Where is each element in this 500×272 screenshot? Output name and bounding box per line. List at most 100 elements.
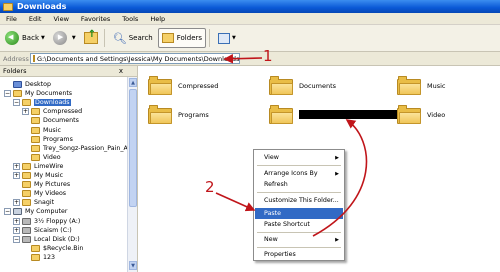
collapse-icon[interactable]: − (13, 99, 20, 107)
chevron-down-icon[interactable]: ▼ (72, 35, 76, 41)
folder-name: Documents (299, 81, 337, 90)
expand-icon[interactable]: + (13, 172, 20, 179)
folders-button[interactable]: Folders (157, 28, 207, 48)
my-documents-icon (13, 90, 22, 98)
expand-icon[interactable]: + (13, 162, 20, 170)
tree-item-video[interactable]: Video (22, 153, 61, 162)
address-label: Address (3, 54, 29, 63)
folder-icon (22, 199, 31, 207)
menu-view[interactable]: View (47, 15, 74, 23)
context-item-customize-folder[interactable]: Customize This Folder... (255, 195, 343, 206)
folder-item-documents[interactable]: Documents (269, 76, 336, 95)
expand-icon[interactable]: + (13, 199, 20, 207)
folders-pane-header: Folders x (0, 66, 137, 77)
chevron-down-icon[interactable]: ▼ (232, 35, 236, 41)
back-button[interactable]: Back ▼ (2, 28, 48, 48)
expand-icon[interactable]: + (13, 217, 20, 225)
tree-item-programs[interactable]: Programs (22, 135, 73, 144)
tree-item-my-computer[interactable]: − My Computer (4, 207, 67, 216)
forward-button[interactable]: ▼ (50, 28, 79, 48)
folder-icon (33, 55, 35, 62)
tree-item-3-floppy-a[interactable]: +3½ Floppy (A:) (13, 217, 80, 226)
menu-edit[interactable]: Edit (23, 15, 48, 23)
title-bar: Downloads (0, 0, 500, 13)
context-item-arrange-icons-by[interactable]: Arrange Icons By ▶ (255, 168, 343, 179)
tree-item-123[interactable]: 123 (22, 253, 55, 262)
menu-help[interactable]: Help (144, 15, 171, 23)
scrollbar-thumb[interactable] (129, 89, 137, 207)
tree-item-documents[interactable]: Documents (22, 116, 79, 125)
folders-scrollbar[interactable]: ▲ ▼ (127, 77, 137, 272)
tree-item-label: 3½ Floppy (A:) (34, 217, 81, 225)
context-item-paste[interactable]: Paste (255, 208, 343, 219)
tree-item-label: Music (43, 126, 61, 134)
floppy-drive-icon (22, 217, 31, 225)
expand-icon[interactable]: + (22, 108, 29, 116)
collapse-icon[interactable]: − (4, 208, 11, 216)
tree-item-local-disk-d[interactable]: − Local Disk (D:) (13, 235, 80, 244)
tree-item-my-videos[interactable]: My Videos (13, 189, 66, 198)
menu-tools[interactable]: Tools (116, 15, 144, 23)
folder-item-video[interactable]: Video (397, 105, 445, 124)
context-item-refresh[interactable]: Refresh (255, 179, 343, 190)
tree-item-compressed[interactable]: + Compressed (22, 107, 82, 116)
context-item-paste-shortcut[interactable]: Paste Shortcut (255, 219, 343, 230)
views-button[interactable]: ▼ (215, 28, 239, 48)
folders-icon (161, 33, 174, 43)
computer-icon (13, 208, 22, 216)
search-button[interactable]: 🔍︎ Search (110, 28, 156, 48)
tree-item-desktop[interactable]: Desktop (4, 80, 51, 89)
folder-item-compressed[interactable]: Compressed (148, 76, 218, 95)
back-label: Back (22, 34, 39, 42)
menu-file[interactable]: File (0, 15, 23, 23)
folder-name: Programs (178, 110, 209, 119)
tree-item-label: Compressed (43, 108, 83, 116)
tree-item-label: $Recycle.Bin (43, 244, 84, 252)
folder-icon (3, 2, 13, 11)
tree-item-trey-songz-passion-pain-an[interactable]: Trey_Songz-Passion_Pain_An (22, 144, 132, 153)
address-value: G:\Documents and Settings\Jessica\My Doc… (37, 54, 240, 63)
tree-item-my-music[interactable]: + My Music (13, 171, 63, 180)
context-item-label: Arrange Icons By (264, 170, 318, 177)
tree-item-label: My Music (34, 172, 64, 179)
folder-item-renaming[interactable] (269, 105, 405, 124)
tree-item-recycle-bin[interactable]: $Recycle.Bin (22, 244, 83, 253)
tree-item-label: Documents (43, 117, 79, 125)
tree-item-music[interactable]: Music (22, 126, 61, 135)
pictures-folder-icon (22, 181, 31, 189)
up-folder-icon (83, 29, 98, 44)
context-item-view[interactable]: View ▶ (255, 152, 343, 163)
context-item-label: Properties (264, 251, 296, 258)
context-item-label: Customize This Folder... (264, 197, 339, 204)
close-icon[interactable]: x (119, 67, 123, 75)
folder-item-programs[interactable]: Programs (148, 105, 209, 124)
tree-item-sicaism-c[interactable]: + Sicaism (C:) (13, 226, 72, 235)
address-input[interactable]: G:\Documents and Settings\Jessica\My Doc… (30, 53, 240, 64)
tree-item-my-pictures[interactable]: My Pictures (13, 180, 70, 189)
chevron-down-icon[interactable]: ▼ (41, 35, 45, 41)
context-item-new[interactable]: New ▶ (255, 234, 343, 245)
tree-item-my-documents[interactable]: − My Documents (4, 89, 72, 98)
folder-icon (22, 162, 31, 170)
scroll-down-icon[interactable]: ▼ (129, 261, 137, 270)
tree-item-label: Downloads (34, 99, 71, 107)
forward-arrow-icon (52, 31, 67, 45)
rename-input[interactable] (299, 110, 405, 119)
context-item-label: View (264, 154, 279, 161)
folder-icon (148, 105, 172, 124)
folder-item-music[interactable]: Music (397, 76, 446, 95)
context-item-properties[interactable]: Properties (255, 249, 343, 260)
menu-favorites[interactable]: Favorites (75, 15, 116, 23)
context-menu: View ▶ Arrange Icons By ▶ Refresh Custom… (253, 149, 345, 261)
collapse-icon[interactable]: − (4, 90, 11, 98)
tree-item-label: Desktop (25, 81, 51, 88)
tree-item-snagit[interactable]: + Snagit (13, 198, 54, 207)
toolbar: Back ▼ ▼ 🔍︎ Search Folders ▼ (0, 25, 500, 52)
tree-item-downloads[interactable]: − Downloads (13, 98, 71, 107)
collapse-icon[interactable]: − (13, 235, 20, 243)
search-icon: 🔍︎ (112, 31, 127, 45)
scroll-up-icon[interactable]: ▲ (129, 78, 137, 87)
tree-item-limewire[interactable]: + LimeWire (13, 162, 63, 171)
up-folder-button[interactable] (81, 28, 101, 48)
expand-icon[interactable]: + (13, 226, 20, 234)
